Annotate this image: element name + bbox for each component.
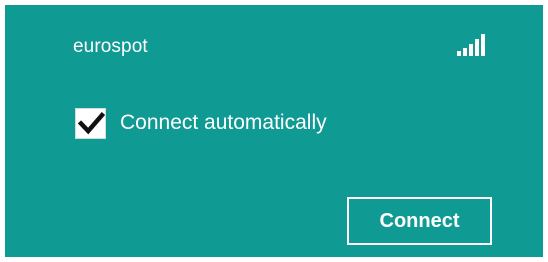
checkmark-icon — [78, 111, 105, 134]
signal-bar-3 — [469, 44, 473, 56]
connect-automatically-label: Connect automatically — [120, 111, 327, 134]
connect-automatically-checkbox[interactable] — [75, 107, 106, 139]
signal-bar-1 — [457, 51, 461, 56]
wifi-network-panel: eurospot Connect automatically Connect — [5, 5, 543, 257]
signal-bar-4 — [475, 39, 479, 56]
signal-bar-2 — [463, 48, 467, 56]
signal-bar-5 — [481, 34, 485, 56]
network-name: eurospot — [73, 36, 148, 57]
connect-automatically-option[interactable]: Connect automatically — [75, 106, 327, 140]
signal-strength-icon — [457, 30, 493, 56]
connect-button[interactable]: Connect — [347, 197, 492, 245]
